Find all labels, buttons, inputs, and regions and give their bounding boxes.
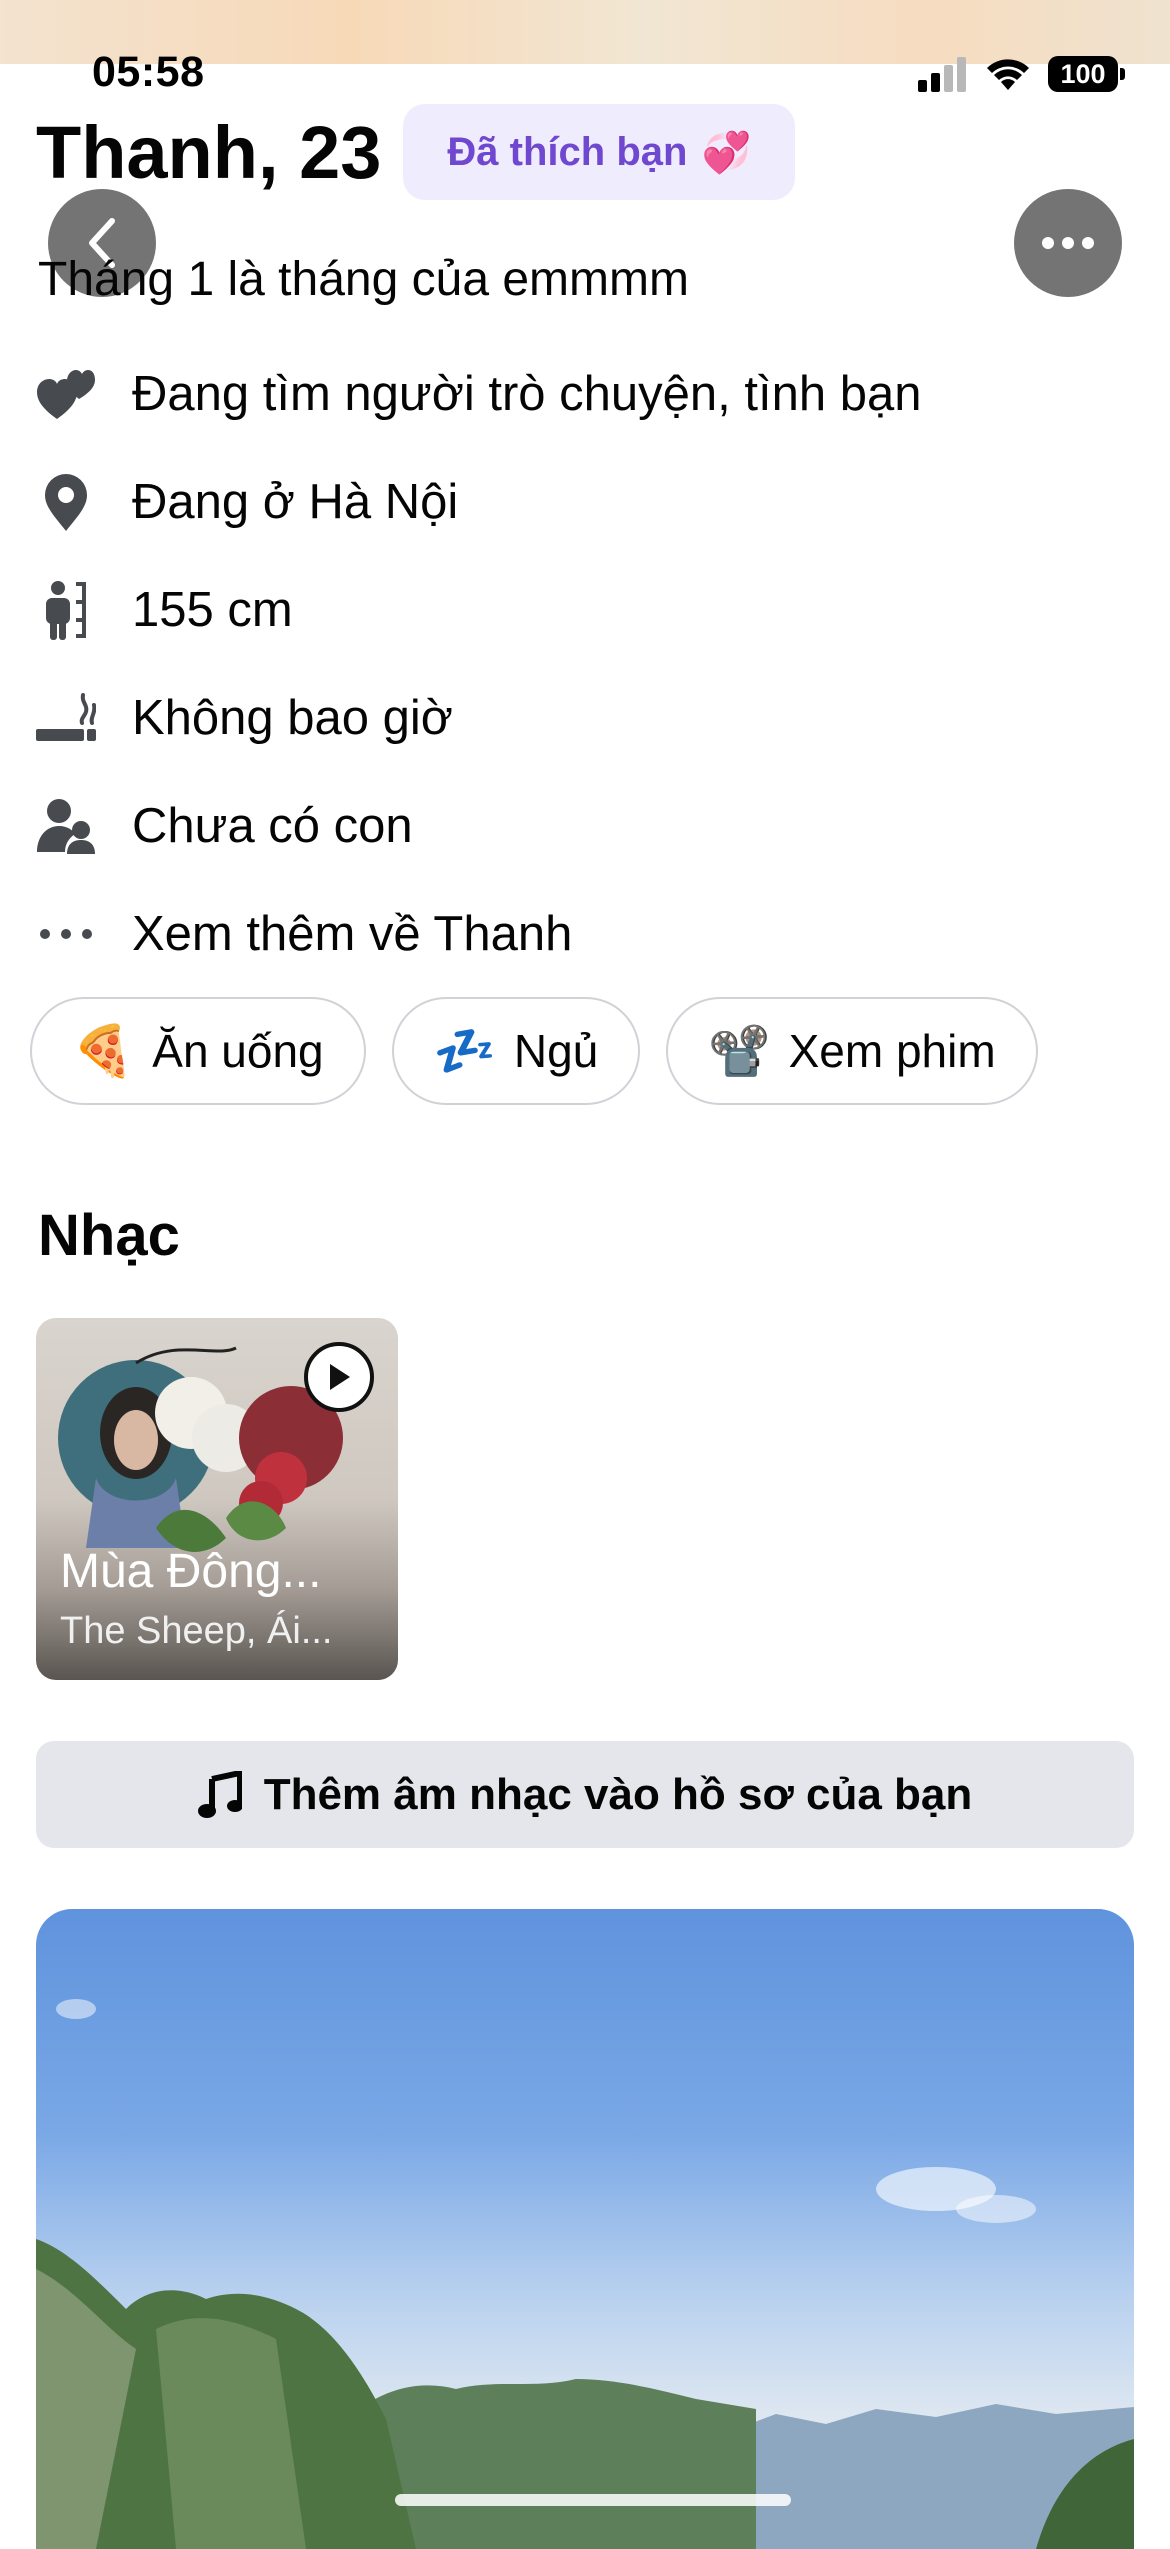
profile-bio: Tháng 1 là tháng của emmmm xyxy=(38,253,689,306)
play-icon xyxy=(330,1364,350,1390)
status-icons: 100 xyxy=(916,52,1125,96)
hearts-icon xyxy=(36,364,96,424)
song-artist: The Sheep, Ái... xyxy=(60,1610,333,1652)
info-location-text: Đang ở Hà Nội xyxy=(132,475,459,529)
info-height-text: 155 cm xyxy=(132,583,293,637)
music-section-title: Nhạc xyxy=(38,1203,180,1268)
see-more-about-link[interactable]: Xem thêm về Thanh xyxy=(36,880,1136,988)
profile-name-age: Thanh, 23 xyxy=(36,110,382,194)
profile-header: Thanh, 23 Đã thích bạn 💞 xyxy=(36,104,796,200)
home-indicator[interactable] xyxy=(395,2494,791,2506)
landscape-photo xyxy=(36,1999,1134,2549)
interest-chip-sleeping[interactable]: 💤 Ngủ xyxy=(391,997,641,1105)
more-horizontal-icon xyxy=(1042,237,1094,249)
interest-chip-eating[interactable]: 🍕 Ăn uống xyxy=(30,997,366,1105)
location-pin-icon xyxy=(36,472,96,532)
info-row-children: Chưa có con xyxy=(36,772,1136,880)
film-projector-icon: 📽️ xyxy=(708,1023,771,1079)
interest-chips: 🍕 Ăn uống 💤 Ngủ 📽️ Xem phim xyxy=(30,997,1038,1105)
info-row-smoking: Không bao giờ xyxy=(36,664,1136,772)
interest-chip-movies[interactable]: 📽️ Xem phim xyxy=(666,997,1038,1105)
interest-chip-label: Ăn uống xyxy=(152,1025,324,1077)
add-music-button[interactable]: Thêm âm nhạc vào hồ sơ của bạn xyxy=(36,1741,1134,1848)
height-icon xyxy=(36,580,96,640)
song-title: Mùa Đông... xyxy=(60,1545,322,1598)
info-smoking-text: Không bao giờ xyxy=(132,691,453,745)
interest-chip-label: Xem phim xyxy=(788,1025,996,1077)
see-more-about-label: Xem thêm về Thanh xyxy=(132,907,573,961)
hearts-emoji-icon: 💞 xyxy=(701,130,752,175)
pizza-icon: 🍕 xyxy=(72,1023,135,1079)
liked-badge-label: Đã thích bạn xyxy=(447,129,688,174)
profile-photo[interactable] xyxy=(36,1909,1134,2549)
more-dots-icon xyxy=(36,904,96,964)
wifi-icon xyxy=(987,59,1029,90)
add-music-label: Thêm âm nhạc vào hồ sơ của bạn xyxy=(263,1769,973,1819)
interest-chip-label: Ngủ xyxy=(513,1025,599,1077)
zzz-icon: 💤 xyxy=(433,1023,496,1079)
play-button[interactable] xyxy=(304,1342,374,1412)
profile-info-list: Đang tìm người trò chuyện, tình bạn Đang… xyxy=(36,340,1136,988)
cigarette-icon xyxy=(36,688,96,748)
info-children-text: Chưa có con xyxy=(132,799,413,853)
status-bar: 05:58 100 xyxy=(0,40,1170,110)
music-card[interactable]: Mùa Đông... The Sheep, Ái... xyxy=(36,1318,398,1680)
more-options-button[interactable] xyxy=(1014,189,1122,297)
info-row-looking-for: Đang tìm người trò chuyện, tình bạn xyxy=(36,340,1136,448)
liked-you-badge: Đã thích bạn 💞 xyxy=(403,104,796,200)
battery-icon: 100 xyxy=(1048,56,1125,92)
info-row-height: 155 cm xyxy=(36,556,1136,664)
signal-icon xyxy=(918,57,966,92)
info-looking-for-text: Đang tìm người trò chuyện, tình bạn xyxy=(132,367,922,421)
info-row-location: Đang ở Hà Nội xyxy=(36,448,1136,556)
children-icon xyxy=(36,796,96,856)
music-note-icon xyxy=(197,1770,242,1818)
status-time: 05:58 xyxy=(92,48,205,96)
